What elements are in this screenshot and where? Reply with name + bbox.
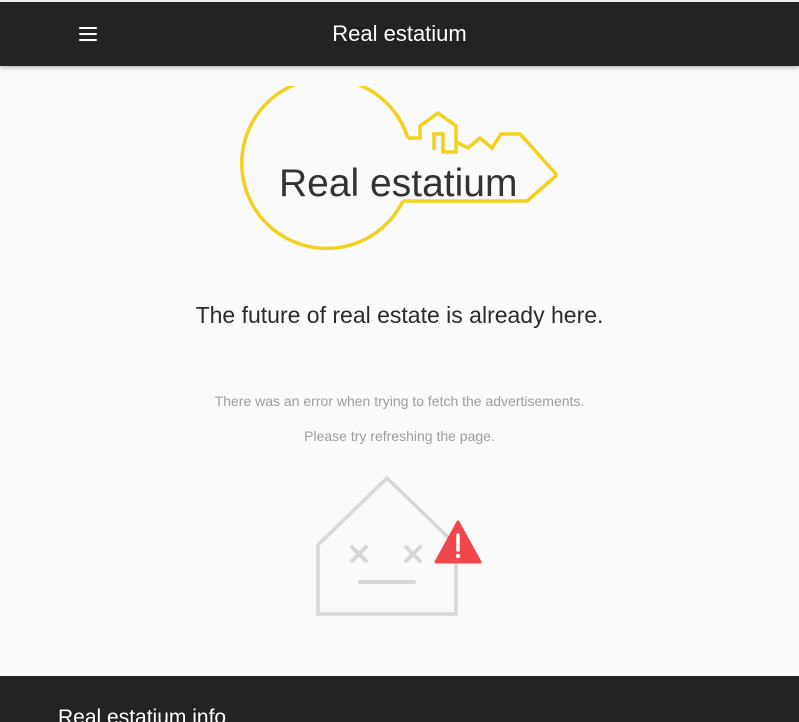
- app-title: Real estatium: [332, 21, 467, 46]
- error-hint: Please try refreshing the page.: [304, 428, 495, 444]
- logo-text: Real estatium: [279, 162, 517, 205]
- footer: Real estatium info: [0, 676, 799, 722]
- brand-logo: Real estatium: [240, 86, 559, 251]
- broken-house-warning-icon: [316, 475, 482, 616]
- page: Real estatium Real estatium The future o…: [0, 0, 799, 722]
- hamburger-menu-icon: [79, 27, 97, 41]
- tagline: The future of real estate is already her…: [195, 302, 604, 328]
- warning-icon: [434, 520, 482, 564]
- app-bar: Real estatium: [0, 2, 799, 66]
- menu-button[interactable]: [72, 18, 104, 50]
- error-message: There was an error when trying to fetch …: [214, 393, 585, 409]
- footer-title: Real estatium info: [58, 706, 227, 722]
